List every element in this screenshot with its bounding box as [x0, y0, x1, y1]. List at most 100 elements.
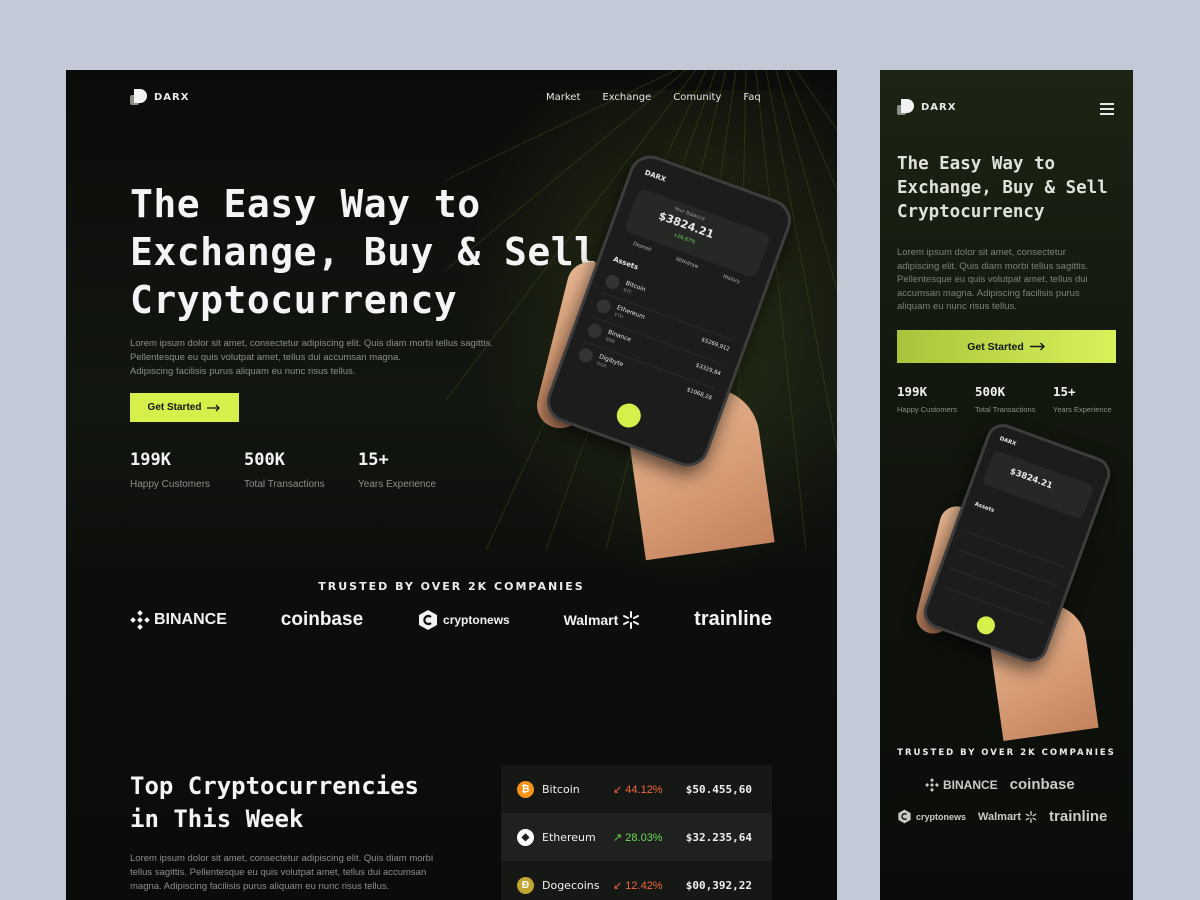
nav-community[interactable]: Comunity — [673, 92, 721, 103]
cryptonews-icon — [898, 809, 911, 824]
coin-change: ↙ 44.12% — [613, 783, 663, 796]
mobile-landing-page: DARX The Easy Way to Exchange, Buy & Sel… — [880, 70, 1133, 900]
phone-brand: DARX — [998, 435, 1017, 448]
brand-cryptonews: cryptonews — [417, 609, 510, 631]
balance-value: $3824.21 — [1008, 466, 1054, 492]
cryptonews-icon — [419, 609, 438, 630]
logo[interactable]: DARX — [130, 89, 189, 105]
nav-market[interactable]: Market — [546, 92, 580, 103]
stat-transactions: 500K Total Transactions — [975, 384, 1053, 414]
binance-icon — [130, 609, 150, 630]
hero-description-line: Lorem ipsum dolor sit amet, consectetur — [897, 247, 1066, 258]
hero-description-line: Pellentesque eu quis volutpat amet, tell… — [130, 352, 401, 363]
hero-description-line: Lorem ipsum dolor sit amet, consectetur … — [130, 338, 493, 349]
hero-description-line: adipiscing elit. Quis diam morbi tellus … — [897, 260, 1089, 272]
get-started-button[interactable]: Get Started — [130, 393, 239, 422]
stat-label: Total Transactions — [244, 479, 325, 490]
logo-text: DARX — [154, 91, 190, 103]
assets-list: Bitcoin BTC Ethereum ETH $5269,912 Binan… — [574, 268, 742, 414]
brand-name: trainline — [694, 608, 772, 630]
hamburger-menu-icon[interactable] — [1100, 103, 1114, 118]
top-crypto-description: Lorem ipsum dolor sit amet, consectetur … — [130, 852, 450, 894]
stat-label: Years Experience — [358, 479, 437, 490]
brand-name: BINANCE — [943, 777, 998, 792]
get-started-button[interactable]: Get Started — [897, 330, 1116, 363]
nav-exchange[interactable]: Exchange — [602, 92, 651, 103]
stat-label: Total Transactions — [975, 405, 1036, 414]
coin-change-value: 28.03% — [625, 831, 663, 844]
stat-label: Happy Customers — [897, 405, 958, 414]
hero-description-line: aliquam eu nunc risus tellus. — [897, 301, 1017, 313]
get-started-label: Get Started — [147, 402, 202, 413]
brand-logos-row-1: BINANCE coinbase — [925, 776, 1075, 793]
crypto-price-table: ₿ Bitcoin ↙ 44.12% $50.455,60 ◆ Ethereum… — [501, 765, 772, 900]
phone-device: DARX Your Balance $3824.21 +26.67% Depos… — [540, 149, 798, 473]
brand-trainline: trainline — [1049, 808, 1107, 825]
brand-name: coinbase — [280, 608, 364, 630]
hero-description: Lorem ipsum dolor sit amet, consectetur … — [897, 246, 1119, 314]
hero-title-line: Cryptocurrency — [897, 202, 1045, 222]
stat-value: 199K — [130, 450, 171, 470]
brand-logos-row-2: cryptonews Walmart trainline — [897, 808, 1107, 825]
action-deposit[interactable]: Deposit — [632, 241, 652, 253]
brand-name: cryptonews — [443, 612, 510, 627]
asset-symbol: ETH — [613, 312, 624, 321]
stat-value: 500K — [975, 384, 1006, 399]
desktop-landing-page: DARX Market Exchange Comunity Faq The Ea… — [66, 70, 837, 900]
brand-walmart: Walmart — [978, 810, 1037, 823]
top-crypto-title-line: in This Week — [130, 805, 304, 833]
stat-label: Happy Customers — [130, 479, 211, 490]
crypto-row[interactable]: Ð Dogecoins ↙ 12.42% $00,392,22 — [501, 861, 772, 900]
walmart-spark-icon — [1025, 810, 1037, 823]
stat-value: 15+ — [358, 450, 389, 470]
coin-change-value: 44.12% — [625, 783, 663, 796]
stat-value: 15+ — [1053, 384, 1076, 399]
brand-name: coinbase — [1009, 776, 1075, 793]
swap-fab-icon[interactable] — [613, 400, 645, 431]
brand-binance: BINANCE — [925, 778, 998, 792]
hero-title-line: The Easy Way to — [130, 182, 481, 226]
top-crypto-title-line: Top Cryptocurrencies — [130, 772, 419, 800]
nav-faq[interactable]: Faq — [743, 92, 760, 103]
brand-name: trainline — [1049, 808, 1108, 825]
hero-description-line: Pellentesque eu quis volutpat amet, tell… — [897, 274, 1088, 286]
top-crypto-title: Top Cryptocurrencies in This Week — [130, 770, 470, 836]
hero-title-line: Exchange, Buy & Sell — [130, 230, 598, 274]
brand-cryptonews: cryptonews — [897, 809, 966, 824]
coin-price: $50.455,60 — [685, 782, 752, 796]
darx-logo-icon — [130, 89, 148, 105]
action-withdraw[interactable]: Withdraw — [675, 256, 699, 270]
logo[interactable]: DARX — [897, 99, 956, 115]
crypto-row[interactable]: ◆ Ethereum ↗ 28.03% $32.235,64 — [501, 813, 772, 861]
binance-icon — [925, 777, 939, 792]
stat-value: 199K — [897, 384, 928, 399]
crypto-row[interactable]: ₿ Bitcoin ↙ 44.12% $50.455,60 — [501, 765, 772, 813]
bitcoin-icon: ₿ — [517, 780, 534, 798]
arrow-right-icon — [207, 404, 221, 411]
hero-description-line: accumsan magna. Adipiscing facilisis pur… — [897, 287, 1080, 299]
asset-value: $1068,28 — [685, 387, 713, 402]
dogecoin-icon: Ð — [517, 876, 534, 894]
stat-value: 500K — [244, 450, 285, 470]
hero-phone-illustration: DARX $3824.21 Assets — [912, 419, 1116, 742]
hero-phone-illustration: DARX Your Balance $3824.21 +26.67% Depos… — [532, 149, 798, 561]
coin-name: Dogecoins — [542, 878, 600, 892]
ethereum-icon: ◆ — [517, 828, 534, 846]
action-history[interactable]: History — [722, 274, 741, 286]
top-crypto-description-line: tellus sagittis. Pellentesque eu quis vo… — [130, 867, 427, 878]
hero-description-line: Adipiscing facilisis purus aliquam eu nu… — [130, 366, 356, 377]
hero-title: The Easy Way to Exchange, Buy & Sell Cry… — [897, 152, 1127, 224]
assets-list — [942, 512, 1072, 628]
hero-title: The Easy Way to Exchange, Buy & Sell Cry… — [130, 180, 600, 324]
brand-name: Walmart — [563, 611, 619, 628]
swap-fab-icon[interactable] — [974, 613, 998, 637]
brand-binance: BINANCE — [130, 609, 227, 630]
coin-change-value: 12.42% — [625, 879, 663, 892]
walmart-spark-icon — [623, 610, 640, 629]
stat-customers: 199K Happy Customers — [130, 450, 244, 490]
brand-walmart: Walmart — [563, 610, 641, 629]
coin-name: Ethereum — [542, 830, 596, 844]
coin-price: $32.235,64 — [685, 830, 752, 844]
hero-title-line: Exchange, Buy & Sell — [897, 178, 1108, 198]
hero-description: Lorem ipsum dolor sit amet, consectetur … — [130, 337, 520, 379]
